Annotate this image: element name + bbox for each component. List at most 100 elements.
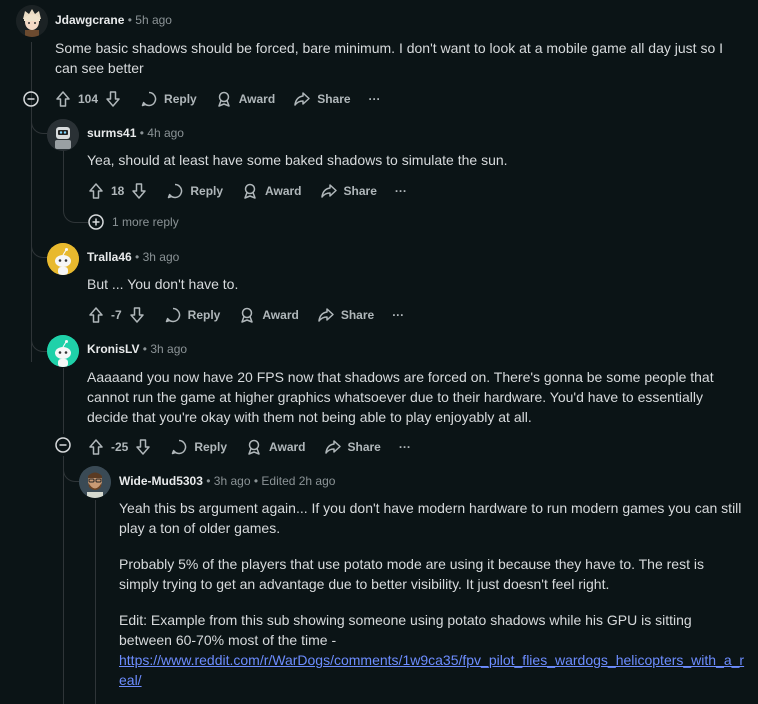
award-icon [217, 91, 230, 107]
speech-bubble-icon [141, 91, 157, 107]
comment-actions: -25 Reply Award Share ··· [87, 431, 429, 463]
vote-count: -25 [111, 440, 129, 454]
more-options-button[interactable]: ··· [392, 299, 404, 331]
comment-age[interactable]: 4h ago [147, 126, 184, 140]
comment-age[interactable]: 5h ago [135, 13, 172, 27]
thread-connector-surms41 [31, 112, 48, 134]
comment-age[interactable]: 3h ago [143, 250, 180, 264]
username[interactable]: KronisLV [87, 342, 139, 356]
username[interactable]: Wide-Mud5303 [119, 474, 203, 488]
comment-meta: KronisLV • 3h ago [87, 342, 187, 356]
plus-circle-icon [88, 214, 104, 230]
meta-separator: • [206, 474, 211, 488]
share-label: Share [317, 92, 351, 106]
thread-line-kronislv[interactable] [63, 368, 64, 434]
share-icon [318, 308, 334, 322]
reply-label: Reply [190, 184, 224, 198]
more-options-button[interactable]: ··· [399, 431, 411, 463]
award-button[interactable]: Award [245, 431, 306, 463]
award-label: Award [265, 184, 302, 198]
award-label: Award [238, 92, 276, 106]
more-replies-button[interactable]: 1 more reply [88, 214, 179, 230]
upvote-icon[interactable] [54, 90, 72, 108]
speech-bubble-icon [165, 307, 180, 323]
share-icon [324, 440, 341, 454]
reply-button[interactable]: Reply [166, 175, 223, 207]
comment-paragraph: Edit: Example from this sub showing some… [119, 610, 745, 690]
anime-avatar-icon[interactable] [16, 5, 48, 37]
meta-separator: • [139, 126, 144, 140]
vote-controls: -7 [87, 306, 146, 324]
comment-body: Aaaaand you now have 20 FPS now that sha… [87, 367, 747, 427]
share-icon [294, 92, 310, 106]
more-replies-label: 1 more reply [112, 215, 179, 229]
thread-line-wide-mud5303[interactable] [95, 500, 96, 704]
award-button[interactable]: Award [238, 299, 299, 331]
reply-button[interactable]: Reply [170, 431, 227, 463]
collapse-thread-icon[interactable] [23, 91, 39, 107]
comment-text: Some basic shadows should be forced, bar… [55, 40, 724, 76]
vote-count: 18 [111, 184, 125, 198]
comment-body: Yeah this bs argument again... If you do… [119, 498, 745, 690]
thread-connector-kronislv [31, 330, 48, 352]
more-options-button[interactable]: ··· [395, 175, 407, 207]
award-button[interactable]: Award [215, 83, 275, 115]
share-button[interactable]: Share [317, 299, 374, 331]
comment-text: Aaaaand you now have 20 FPS now that sha… [87, 369, 714, 425]
more-options-icon: ··· [398, 440, 411, 454]
comment-age[interactable]: 3h ago [150, 342, 187, 356]
edited-label: Edited 2h ago [261, 474, 336, 488]
meta-separator: • [253, 474, 259, 488]
comment-body: But ... You don't have to. [87, 274, 747, 294]
username[interactable]: surms41 [87, 126, 136, 140]
more-options-icon: ··· [368, 92, 381, 106]
downvote-icon[interactable] [134, 438, 152, 456]
thread-line-kronislv-lower[interactable] [63, 456, 64, 704]
vote-controls: -25 [87, 438, 152, 456]
share-button[interactable]: Share [324, 431, 381, 463]
more-options-button[interactable]: ··· [369, 83, 381, 115]
upvote-icon[interactable] [87, 438, 105, 456]
speech-bubble-icon [168, 183, 183, 199]
reply-button[interactable]: Reply [140, 83, 197, 115]
share-button[interactable]: Share [293, 83, 351, 115]
username[interactable]: Tralla46 [87, 250, 132, 264]
thread-line-level0[interactable] [31, 42, 32, 362]
share-button[interactable]: Share [320, 175, 377, 207]
share-label: Share [340, 308, 375, 322]
robot-avatar-icon[interactable] [47, 119, 79, 151]
comment-paragraph: Probably 5% of the players that use pota… [119, 556, 704, 592]
award-button[interactable]: Award [241, 175, 302, 207]
vote-count: 104 [78, 92, 99, 106]
comment-meta: Jdawgcrane • 5h ago [55, 13, 172, 27]
reply-label: Reply [187, 308, 221, 322]
collapse-thread-icon[interactable] [55, 437, 71, 453]
downvote-icon[interactable] [128, 306, 146, 324]
upvote-icon[interactable] [87, 306, 105, 324]
snoo-teal-avatar-icon[interactable] [47, 335, 79, 367]
comment-actions: 18 Reply Award Share ··· [87, 175, 425, 207]
comment-actions: 104 Reply Award Share ··· [54, 83, 399, 115]
comment-body: Some basic shadows should be forced, bar… [55, 38, 745, 78]
award-icon [248, 439, 260, 455]
comment-meta: Tralla46 • 3h ago [87, 250, 179, 264]
vote-controls: 104 [54, 90, 122, 108]
reddit-post-link[interactable]: https://www.reddit.com/r/WarDogs/comment… [119, 652, 744, 688]
thread-line-surms41[interactable] [63, 150, 64, 202]
share-label: Share [347, 440, 381, 454]
award-label: Award [269, 440, 306, 454]
comment-text: Yea, should at least have some baked sha… [87, 152, 508, 168]
upvote-icon[interactable] [87, 182, 105, 200]
comment-body: Yea, should at least have some baked sha… [87, 150, 747, 170]
username[interactable]: Jdawgcrane [55, 13, 124, 27]
snoo-yellow-avatar-icon[interactable] [47, 243, 79, 275]
reply-label: Reply [164, 92, 197, 106]
comment-paragraph-text: Edit: Example from this sub showing some… [119, 612, 692, 648]
downvote-icon[interactable] [130, 182, 148, 200]
comment-age[interactable]: 3h ago [214, 474, 251, 488]
downvote-icon[interactable] [104, 90, 122, 108]
share-icon [320, 184, 337, 198]
bearded-man-avatar-icon[interactable] [79, 466, 111, 498]
reply-button[interactable]: Reply [164, 299, 221, 331]
speech-bubble-icon [172, 439, 187, 455]
